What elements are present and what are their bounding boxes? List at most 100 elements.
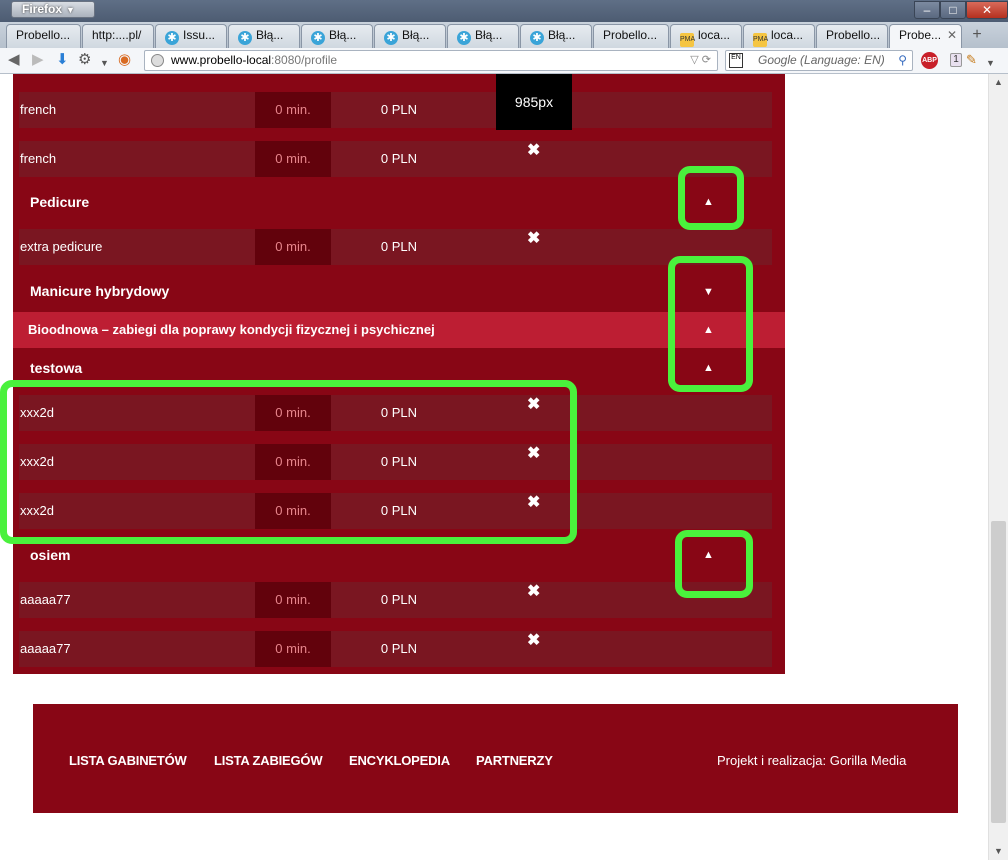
service-name: aaaaa77 — [20, 641, 71, 656]
search-icon[interactable]: ⚲ — [898, 51, 907, 70]
scroll-up-icon[interactable]: ▲ — [989, 74, 1008, 91]
jira-icon: ✱ — [384, 31, 398, 45]
service-row: french 0 min. 0 PLN — [19, 92, 772, 128]
tab-bar: Probello... http:....pl/ ✱ Issu... ✱ Błą..… — [0, 22, 1008, 48]
annotation-box — [668, 256, 753, 392]
download-arrow-icon[interactable]: ⬇ — [56, 51, 69, 69]
page-viewport: french 0 min. 0 PLN french 0 min. 0 PLN … — [0, 74, 988, 860]
url-domain: www.probello-local — [171, 53, 272, 67]
tab-blad-5[interactable]: ✱ Błą... — [520, 24, 592, 48]
tab-blad-3[interactable]: ✱ Błą... — [374, 24, 446, 48]
tab-probello-active[interactable]: Probe... ✕ — [889, 24, 962, 48]
chevron-down-icon[interactable]: ▼ — [100, 54, 109, 72]
tab-label: Probello... — [826, 28, 881, 42]
tab-label: Probe... — [899, 28, 942, 42]
footer-link-encyklopedia[interactable]: ENCYKLOPEDIA — [349, 753, 450, 768]
jira-icon: ✱ — [457, 31, 471, 45]
globe-icon — [151, 54, 164, 67]
footer-link-lista-zabiegow[interactable]: LISTA ZABIEGÓW — [214, 753, 323, 768]
tab-blad-4[interactable]: ✱ Błą... — [447, 24, 519, 48]
tab-label: loca... — [698, 28, 731, 42]
service-duration: 0 min. — [255, 229, 331, 265]
service-price: 0 PLN — [380, 592, 418, 607]
tab-label: Błą... — [256, 28, 284, 42]
back-arrow-icon[interactable]: ◀ — [8, 51, 20, 69]
addon-badge[interactable]: 1 — [950, 53, 962, 67]
chevron-down-icon: ▼ — [66, 5, 75, 15]
tab-probello-1[interactable]: Probello... — [6, 24, 81, 48]
firefox-menu-label: Firefox — [22, 2, 63, 16]
search-engine-icon[interactable]: EN — [729, 53, 743, 68]
adblock-icon[interactable]: ABP — [921, 52, 938, 69]
service-price: 0 PLN — [380, 102, 418, 117]
tab-label: Błą... — [475, 28, 503, 42]
navigation-bar: ◀ ▶ ⬇ ⚙ ▼ ◉ www.probello-local:8080/prof… — [0, 48, 1008, 74]
tab-probello-3[interactable]: Probello... — [816, 24, 888, 48]
site-footer: LISTA GABINETÓW LISTA ZABIEGÓW ENCYKLOPE… — [33, 704, 958, 813]
tab-label: Probello... — [16, 28, 71, 42]
forward-arrow-icon[interactable]: ▶ — [32, 51, 44, 69]
service-duration: 0 min. — [255, 141, 331, 177]
remove-icon[interactable]: ✖ — [527, 231, 540, 247]
tab-localhost-1[interactable]: PMA loca... — [670, 24, 742, 48]
service-row: aaaaa77 0 min. 0 PLN ✖ — [19, 631, 772, 667]
jira-icon: ✱ — [238, 31, 252, 45]
minimize-button[interactable]: – — [914, 1, 940, 19]
remove-icon[interactable]: ✖ — [527, 633, 540, 649]
category-pedicure: Pedicure — [30, 194, 90, 210]
tab-label: Issu... — [183, 28, 216, 42]
service-name: french — [20, 102, 57, 117]
tab-label: Błą... — [548, 28, 576, 42]
tab-probello-2[interactable]: Probello... — [593, 24, 669, 48]
remove-icon[interactable]: ✖ — [527, 143, 540, 159]
vertical-scrollbar[interactable]: ▲ ▼ — [988, 74, 1008, 860]
tab-blad-1[interactable]: ✱ Błą... — [228, 24, 300, 48]
tab-label: Błą... — [329, 28, 357, 42]
window-titlebar: Firefox ▼ – □ ✕ — [0, 0, 1008, 22]
service-name: aaaaa77 — [20, 592, 71, 607]
service-duration: 0 min. — [255, 92, 331, 128]
firebug-icon[interactable]: ◉ — [118, 51, 131, 69]
service-row: aaaaa77 0 min. 0 PLN ✖ — [19, 582, 772, 618]
new-tab-button[interactable]: + — [964, 25, 990, 47]
service-price: 0 PLN — [380, 239, 418, 254]
reload-icon[interactable]: ▽ ⟳ — [690, 51, 711, 70]
service-duration: 0 min. — [255, 582, 331, 618]
url-path: :8080/profile — [271, 53, 338, 67]
close-icon[interactable]: ✕ — [947, 28, 957, 42]
tab-label: loca... — [771, 28, 804, 42]
width-tooltip: 985px — [496, 74, 572, 130]
tab-localhost-2[interactable]: PMA loca... — [743, 24, 815, 48]
chevron-down-icon[interactable]: ▼ — [986, 54, 995, 72]
scrollbar-thumb[interactable] — [991, 521, 1006, 823]
url-bar[interactable]: www.probello-local:8080/profile ▽ ⟳ — [144, 50, 718, 71]
addon-icon[interactable]: ✎ — [966, 51, 977, 69]
service-name: french — [20, 151, 57, 166]
window-close-button[interactable]: ✕ — [966, 1, 1008, 19]
footer-link-partnerzy[interactable]: PARTNERZY — [476, 753, 553, 768]
service-row: extra pedicure 0 min. 0 PLN ✖ — [19, 229, 772, 265]
tab-blad-2[interactable]: ✱ Błą... — [301, 24, 373, 48]
jira-icon: ✱ — [165, 31, 179, 45]
maximize-button[interactable]: □ — [940, 1, 966, 19]
service-name: extra pedicure — [20, 239, 103, 254]
tab-label: http:....pl/ — [92, 28, 142, 42]
footer-link-lista-gabinetow[interactable]: LISTA GABINETÓW — [69, 753, 187, 768]
service-row: french 0 min. 0 PLN ✖ — [19, 141, 772, 177]
footer-credit: Projekt i realizacja: Gorilla Media — [717, 753, 907, 768]
scroll-down-icon[interactable]: ▼ — [989, 843, 1008, 860]
annotation-box — [678, 166, 744, 230]
tab-issues[interactable]: ✱ Issu... — [155, 24, 227, 48]
tab-http[interactable]: http:....pl/ — [82, 24, 154, 48]
service-duration: 0 min. — [255, 631, 331, 667]
search-input[interactable]: EN Google (Language: EN) ⚲ — [725, 50, 913, 71]
firefox-menu-button[interactable]: Firefox ▼ — [11, 1, 95, 18]
category-osiem: osiem — [30, 547, 71, 563]
phpmyadmin-icon: PMA — [753, 33, 768, 47]
annotation-box — [0, 380, 577, 544]
service-price: 0 PLN — [380, 151, 418, 166]
category-manicure-hybrydowy: Manicure hybrydowy — [30, 283, 170, 299]
gear-icon[interactable]: ⚙ — [78, 51, 91, 69]
service-price: 0 PLN — [380, 641, 418, 656]
remove-icon[interactable]: ✖ — [527, 584, 540, 600]
